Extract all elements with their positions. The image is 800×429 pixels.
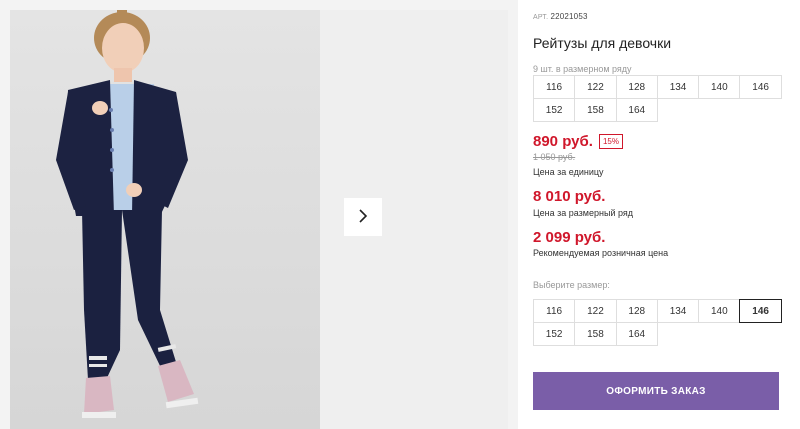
gallery-next-button[interactable] [344, 198, 382, 236]
size-row-cell: 140 [698, 75, 741, 99]
retail-price: 2 099 руб. [533, 229, 606, 246]
article-label: АРТ. [533, 14, 549, 21]
size-option[interactable]: 116 [533, 299, 576, 323]
unit-price-block: 890 руб. 15% [533, 133, 623, 150]
size-option[interactable]: 134 [656, 299, 700, 323]
product-gallery [0, 0, 518, 429]
discount-badge: 15% [598, 134, 623, 149]
size-row-count-hint: 9 шт. в размерном ряду [533, 64, 632, 74]
article-number: АРТ. 22021053 [533, 12, 588, 21]
size-row-cell: 152 [533, 98, 576, 122]
size-row-grid: 116 122 128 134 140 146 152 158 164 [533, 75, 782, 122]
size-option[interactable]: 122 [574, 299, 617, 323]
product-photo [10, 10, 320, 429]
size-option[interactable]: 164 [615, 322, 658, 346]
size-selector: 116 122 128 134 140 146 152 158 164 [533, 299, 782, 346]
size-row-cell: 164 [615, 98, 658, 122]
old-price: 1 050 руб. [533, 152, 576, 162]
size-option[interactable]: 128 [615, 299, 658, 323]
choose-size-hint: Выберите размер: [533, 280, 610, 290]
size-row-cell: 122 [574, 75, 617, 99]
row-price-caption: Цена за размерный ряд [533, 208, 634, 218]
article-value: 22021053 [550, 12, 588, 21]
size-option[interactable]: 140 [698, 299, 741, 323]
place-order-button[interactable]: ОФОРМИТЬ ЗАКАЗ [533, 372, 779, 410]
unit-price-caption: Цена за единицу [533, 167, 604, 177]
size-row-cell: 116 [533, 75, 576, 99]
row-price: 8 010 руб. [533, 188, 606, 205]
size-option[interactable]: 158 [574, 322, 617, 346]
size-row-cell: 158 [574, 98, 617, 122]
size-row-cell: 146 [739, 75, 782, 99]
product-title: Рейтузы для девочки [533, 35, 672, 51]
unit-price: 890 руб. [533, 133, 593, 150]
size-option-selected[interactable]: 146 [739, 299, 782, 323]
chevron-right-icon [356, 208, 370, 227]
size-option[interactable]: 152 [533, 322, 576, 346]
size-row-cell: 128 [615, 75, 658, 99]
retail-price-caption: Рекомендуемая розничная цена [533, 248, 669, 258]
girl-photo-illustration [56, 10, 199, 418]
size-row-cell: 134 [656, 75, 700, 99]
